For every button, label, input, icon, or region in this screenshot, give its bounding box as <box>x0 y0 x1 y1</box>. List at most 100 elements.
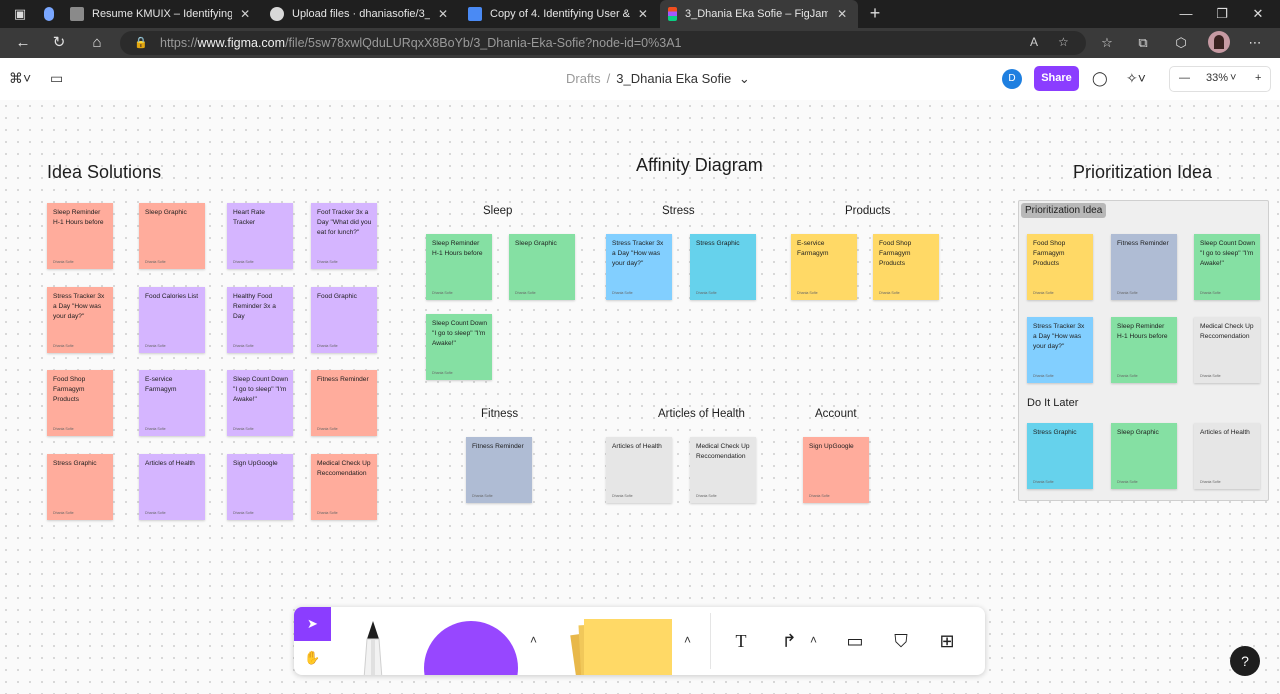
minimize-icon[interactable]: — <box>1174 4 1198 24</box>
sticky-note[interactable]: Articles of Health Dhania Sofie <box>606 437 672 503</box>
sticky-note[interactable]: Food Shop Farmagym Products Dhania Sofie <box>1027 234 1093 300</box>
sticky-note[interactable]: Stress Graphic Dhania Sofie <box>1027 423 1093 489</box>
zoom-in-icon[interactable]: + <box>1255 72 1261 84</box>
chevron-up-icon[interactable]: ˄ <box>810 633 817 647</box>
maximize-icon[interactable]: ❐ <box>1210 4 1234 24</box>
sticky-note[interactable]: Medical Check Up Reccomendation Dhania So… <box>690 437 756 503</box>
sleep-group-label: Sleep <box>483 205 513 217</box>
sticky-note[interactable]: Stress Tracker 3x a Day "How was your da… <box>1027 317 1093 383</box>
sticky-note[interactable]: Food Calories List Dhania Sofie <box>139 287 205 353</box>
browser-tab-bar: ▣ Resume KMUIX – Identifying Use ✕ Uploa… <box>0 0 1280 28</box>
sticky-note[interactable]: Sleep Graphic Dhania Sofie <box>1111 423 1177 489</box>
main-menu-icon[interactable]: ⌘˅ <box>9 70 31 87</box>
home-icon[interactable]: ⌂ <box>86 33 108 53</box>
read-aloud-icon[interactable]: A <box>1030 35 1038 49</box>
profile-avatar[interactable] <box>1208 31 1230 53</box>
comment-icon[interactable]: ◯ <box>1092 70 1108 87</box>
sticky-note[interactable]: Sleep Graphic Dhania Sofie <box>509 234 575 300</box>
more-tools-icon[interactable]: ⊞ <box>930 624 964 658</box>
sticky-note[interactable]: Medical Check Up Reccomendation Dhania So… <box>1194 317 1260 383</box>
close-icon[interactable]: ✕ <box>834 7 850 21</box>
sticky-note-tool-icon[interactable] <box>562 619 672 675</box>
refresh-icon[interactable]: ↻ <box>48 33 70 53</box>
ai-sparkle-icon[interactable]: ✧˅ <box>1126 70 1146 87</box>
sticky-note[interactable]: Sleep Count Down "I go to sleep" "I'm Aw… <box>426 314 492 380</box>
sticky-note[interactable]: Sleep Count Down "I go to sleep" "I'm Aw… <box>1194 234 1260 300</box>
sticky-note[interactable]: Stress Graphic Dhania Sofie <box>690 234 756 300</box>
sticky-note[interactable]: Foof Tracker 3x a Day "What did you eat … <box>311 203 377 269</box>
sticky-note[interactable]: Stress Graphic Dhania Sofie <box>47 454 113 520</box>
sticky-note[interactable]: Fitness Reminder Dhania Sofie <box>311 370 377 436</box>
url-host: www.figma.com <box>197 36 286 50</box>
sticky-note[interactable]: Food Shop Farmagym Products Dhania Sofie <box>47 370 113 436</box>
stamp-tool-icon[interactable]: ⛉ <box>884 624 918 658</box>
fitness-group-label: Fitness <box>481 408 519 420</box>
more-icon[interactable]: ⋯ <box>1246 34 1264 52</box>
sticky-note[interactable]: Stress Tracker 3x a Day "How was your da… <box>606 234 672 300</box>
tab-actions-icon[interactable]: ▣ <box>8 4 32 24</box>
sticky-note[interactable]: Sleep Reminder H-1 Hours before Dhania So… <box>1111 317 1177 383</box>
breadcrumb: Drafts/3_Dhania Eka Sofie ⌄ <box>566 71 750 86</box>
tab-figjam[interactable]: 3_Dhania Eka Sofie – FigJam ✕ <box>660 0 858 28</box>
sticky-note[interactable]: Food Shop Farmagym Products Dhania Sofie <box>873 234 939 300</box>
tab-upload-files[interactable]: Upload files · dhaniasofie/3_UIU ✕ <box>262 0 458 28</box>
share-button[interactable]: Share <box>1034 66 1079 91</box>
section-tool-icon[interactable]: ▭ <box>838 624 872 658</box>
close-icon[interactable]: ✕ <box>636 7 650 21</box>
hand-icon[interactable]: ✋ <box>294 641 331 675</box>
url-prefix: https:// <box>160 36 198 50</box>
articles-group-label: Articles of Health <box>658 408 745 420</box>
zoom-out-icon[interactable]: — <box>1179 72 1190 84</box>
layout-panel-icon[interactable]: ▭ <box>50 70 63 87</box>
close-icon[interactable]: ✕ <box>436 7 450 21</box>
help-button[interactable]: ? <box>1230 646 1260 676</box>
sticky-note[interactable]: Sign UpGoogle Dhania Sofie <box>227 454 293 520</box>
chevron-up-icon[interactable]: ˄ <box>530 633 537 647</box>
sticky-note[interactable]: Stress Tracker 3x a Day "How was your da… <box>47 287 113 353</box>
cursor-icon[interactable]: ➤ <box>294 607 331 641</box>
sticky-note[interactable]: Food Graphic Dhania Sofie <box>311 287 377 353</box>
extensions-icon[interactable]: ⬡ <box>1172 34 1190 52</box>
chevron-down-icon[interactable]: ⌄ <box>739 71 750 86</box>
idea-solutions-heading: Idea Solutions <box>47 162 162 182</box>
prioritization-heading: Prioritization Idea <box>1073 162 1213 182</box>
canvas[interactable]: Idea Solutions Affinity Diagram Prioriti… <box>0 100 1280 694</box>
zoom-level[interactable]: 33% <box>1206 72 1228 84</box>
close-window-icon[interactable]: ✕ <box>1246 4 1270 24</box>
sticky-note[interactable]: Sleep Count Down "I go to sleep" "I'm Aw… <box>227 370 293 436</box>
sticky-note[interactable]: E-service Farmagym Dhania Sofie <box>791 234 857 300</box>
frame-label[interactable]: Prioritization Idea <box>1021 203 1107 218</box>
sticky-note[interactable]: Sign UpGoogle Dhania Sofie <box>803 437 869 503</box>
sticky-note[interactable]: Sleep Reminder H-1 Hours before Dhania So… <box>47 203 113 269</box>
new-tab-button[interactable]: + <box>864 3 886 25</box>
favorites-icon[interactable]: ☆ <box>1098 34 1116 52</box>
tab-copy-doc[interactable]: Copy of 4. Identifying User & De ✕ <box>460 0 658 28</box>
sticky-note[interactable]: Healthy Food Reminder 3x a Day Dhania Sof… <box>227 287 293 353</box>
connector-tool-icon[interactable]: ↱ <box>772 624 806 658</box>
collaborator-avatar[interactable]: D <box>1002 69 1022 89</box>
favorite-icon[interactable]: ☆ <box>1058 35 1069 49</box>
chevron-down-icon[interactable]: ˅ <box>1230 72 1236 84</box>
sticky-note[interactable]: Sleep Graphic Dhania Sofie <box>139 203 205 269</box>
chevron-up-icon[interactable]: ˄ <box>684 633 691 647</box>
sticky-note[interactable]: Heart Rate Tracker Dhania Sofie <box>227 203 293 269</box>
back-icon[interactable]: ← <box>12 33 34 53</box>
sticky-note[interactable]: Medical Check Up Reccomendation Dhania So… <box>311 454 377 520</box>
sticky-note[interactable]: E-service Farmagym Dhania Sofie <box>139 370 205 436</box>
sticky-note[interactable]: Articles of Health Dhania Sofie <box>1194 423 1260 489</box>
shape-tool-icon[interactable] <box>424 621 518 675</box>
sticky-note[interactable]: Fitness Reminder Dhania Sofie <box>466 437 532 503</box>
stress-group-label: Stress <box>662 205 695 217</box>
sticky-note[interactable]: Fitness Reminder Dhania Sofie <box>1111 234 1177 300</box>
collections-icon[interactable]: ⧉ <box>1134 34 1152 52</box>
zoom-control: — 33% ˅ + <box>1169 66 1271 92</box>
url-field[interactable]: 🔒 https://www.figma.com/file/5sw78xwlQdu… <box>120 31 1086 55</box>
close-icon[interactable]: ✕ <box>238 7 252 21</box>
crumb-drafts[interactable]: Drafts <box>566 71 601 86</box>
tab-resume[interactable]: Resume KMUIX – Identifying Use ✕ <box>62 0 260 28</box>
sticky-note[interactable]: Sleep Reminder H-1 Hours before Dhania So… <box>426 234 492 300</box>
file-name[interactable]: 3_Dhania Eka Sofie <box>616 71 731 86</box>
marker-icon[interactable] <box>358 619 388 675</box>
sticky-note[interactable]: Articles of Health Dhania Sofie <box>139 454 205 520</box>
text-tool-icon[interactable]: T <box>724 624 758 658</box>
